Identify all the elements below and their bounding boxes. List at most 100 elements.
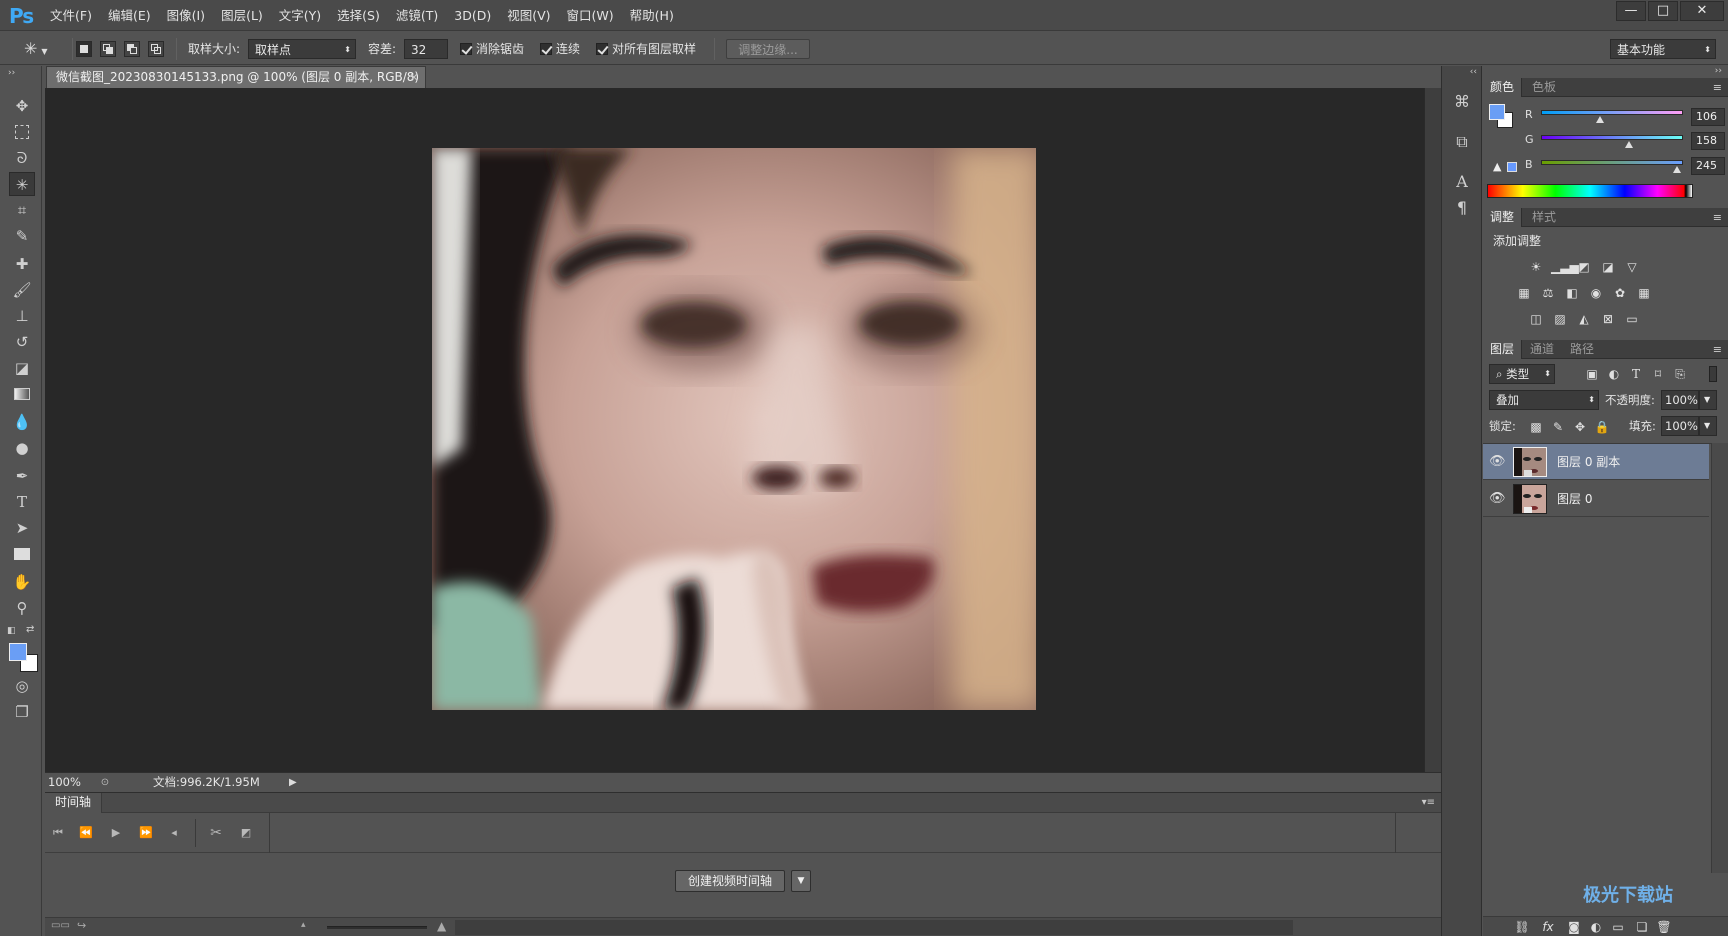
close-button[interactable]: ✕ <box>1680 1 1724 21</box>
zoom-level[interactable]: 100% <box>48 773 81 792</box>
opacity-input[interactable]: 100% <box>1661 390 1699 410</box>
contiguous-checkbox[interactable]: 连续 <box>540 39 580 59</box>
all-layers-checkbox[interactable]: 对所有图层取样 <box>596 39 696 59</box>
zoom-tool-icon[interactable]: ⚲ <box>9 596 35 620</box>
crop-tool-icon[interactable]: ⌗ <box>9 198 35 222</box>
workspace-select[interactable]: 基本功能 ⬍ <box>1610 39 1716 59</box>
stamp-tool-icon[interactable]: ⊥ <box>9 304 35 328</box>
b-value-input[interactable]: 245 <box>1691 157 1725 175</box>
history-panel-icon[interactable]: ⌘ <box>1450 90 1474 114</box>
r-slider-thumb[interactable] <box>1596 116 1605 123</box>
menu-3d[interactable]: 3D(D) <box>446 0 499 31</box>
vibrance-icon[interactable]: ▽ <box>1623 260 1641 274</box>
b-slider[interactable] <box>1541 160 1683 165</box>
status-options-icon[interactable]: ⊙ <box>97 773 113 792</box>
panel-menu-icon[interactable]: ▾≡ <box>1422 793 1435 812</box>
timeline-tab[interactable]: 时间轴 <box>45 793 103 813</box>
prev-frame-icon[interactable]: ⏪ <box>77 825 95 841</box>
gradient-map-icon[interactable]: ▭ <box>1623 312 1641 326</box>
hue-saturation-icon[interactable]: ▦ <box>1515 286 1533 300</box>
brightness-contrast-icon[interactable]: ☀ <box>1527 260 1545 274</box>
lock-all-icon[interactable]: 🔒 <box>1593 420 1611 434</box>
photo-filter-icon[interactable]: ◉ <box>1587 286 1605 300</box>
magic-wand-preset-icon[interactable]: ✳ ▼ <box>24 39 62 59</box>
menu-filter[interactable]: 滤镜(T) <box>388 0 446 31</box>
lock-image-icon[interactable]: ✎ <box>1549 420 1567 434</box>
subtract-selection-icon[interactable] <box>124 41 140 57</box>
restore-button[interactable]: □ <box>1648 1 1678 21</box>
zoom-out-icon[interactable]: ▴ <box>301 920 306 930</box>
panel-menu-icon[interactable]: ≡ <box>1713 78 1722 97</box>
tab-color[interactable]: 颜色 <box>1483 78 1523 97</box>
play-icon[interactable]: ▶ <box>107 825 125 841</box>
layer-style-icon[interactable]: fx <box>1539 920 1557 934</box>
delete-layer-icon[interactable]: 🗑 <box>1655 920 1673 934</box>
sample-size-select[interactable]: 取样点 ⬍ <box>248 39 356 59</box>
layer-row[interactable]: 👁 图层 0 <box>1483 481 1709 517</box>
expand-arrows-icon[interactable]: ›› <box>1715 66 1722 76</box>
minimize-button[interactable]: — <box>1616 1 1646 21</box>
levels-icon[interactable]: ▁▃▅ <box>1551 260 1579 274</box>
filter-type-icon[interactable]: T <box>1627 367 1645 381</box>
tab-adjustments[interactable]: 调整 <box>1483 208 1523 227</box>
timeline-scroll[interactable] <box>455 920 1293 935</box>
audio-icon[interactable]: ◂ <box>165 825 183 841</box>
paragraph-panel-icon[interactable]: ¶ <box>1450 196 1474 220</box>
swap-colors-icon[interactable]: ⇄ <box>26 624 34 635</box>
next-frame-icon[interactable]: ⏩ <box>137 825 155 841</box>
b-slider-thumb[interactable] <box>1673 166 1682 173</box>
link-layers-icon[interactable]: ⛓ <box>1513 920 1531 934</box>
r-slider[interactable] <box>1541 110 1683 115</box>
g-slider[interactable] <box>1541 135 1683 140</box>
menu-help[interactable]: 帮助(H) <box>622 0 682 31</box>
blend-mode-select[interactable]: 叠加 ⬍ <box>1489 390 1599 410</box>
type-tool-icon[interactable]: T <box>9 490 35 514</box>
tolerance-input[interactable]: 32 <box>404 39 448 59</box>
layer-row[interactable]: 👁 图层 0 副本 <box>1483 444 1709 480</box>
exposure-icon[interactable]: ◪ <box>1599 260 1617 274</box>
gamut-warning-icon[interactable]: ▲ <box>1493 160 1501 173</box>
new-adjustment-icon[interactable]: ◐ <box>1587 920 1605 934</box>
pen-tool-icon[interactable]: ✒ <box>9 464 35 488</box>
timeline-convert-icon[interactable]: ↪ <box>77 919 86 932</box>
lasso-tool-icon[interactable]: ᘐ <box>9 146 35 170</box>
invert-icon[interactable]: ◫ <box>1527 312 1545 326</box>
screen-mode-icon[interactable]: ❐ <box>9 700 35 724</box>
add-selection-icon[interactable] <box>100 41 116 57</box>
menu-layer[interactable]: 图层(L) <box>213 0 271 31</box>
tab-swatches[interactable]: 色板 <box>1525 78 1563 97</box>
properties-panel-icon[interactable]: ⧉ <box>1450 130 1474 154</box>
web-safe-swatch[interactable] <box>1507 162 1517 172</box>
document-tab[interactable]: 微信截图_20230830145133.png @ 100% (图层 0 副本,… <box>46 66 426 105</box>
menu-window[interactable]: 窗口(W) <box>559 0 622 31</box>
r-value-input[interactable]: 106 <box>1691 108 1725 126</box>
filter-shape-icon[interactable]: ⌑ <box>1649 367 1667 381</box>
menu-view[interactable]: 视图(V) <box>499 0 558 31</box>
collapse-arrows-icon[interactable]: ›› <box>8 68 15 78</box>
filter-adjustment-icon[interactable]: ◐ <box>1605 367 1623 381</box>
color-lookup-icon[interactable]: ▦ <box>1635 286 1653 300</box>
layers-scrollbar[interactable] <box>1711 443 1728 873</box>
tab-layers[interactable]: 图层 <box>1483 340 1523 359</box>
timeline-type-dropdown-icon[interactable]: ▼ <box>791 870 811 892</box>
fill-input[interactable]: 100% <box>1661 416 1699 436</box>
marquee-tool-icon[interactable] <box>9 120 35 144</box>
healing-brush-tool-icon[interactable]: ✚ <box>9 252 35 276</box>
opacity-dropdown-icon[interactable]: ▼ <box>1699 390 1717 410</box>
visibility-eye-icon[interactable]: 👁 <box>1489 454 1506 470</box>
new-layer-icon[interactable]: ❏ <box>1633 920 1651 934</box>
create-video-timeline-button[interactable]: 创建视频时间轴 <box>675 870 786 892</box>
timeline-frames-icon[interactable]: ▭▭ <box>51 920 70 931</box>
filter-toggle-switch[interactable] <box>1709 366 1717 382</box>
eraser-tool-icon[interactable]: ◪ <box>9 356 35 380</box>
menu-edit[interactable]: 编辑(E) <box>100 0 159 31</box>
lock-position-icon[interactable]: ✥ <box>1571 420 1589 434</box>
expand-arrows-icon[interactable]: ‹‹ <box>1470 67 1477 77</box>
menu-image[interactable]: 图像(I) <box>159 0 213 31</box>
first-frame-icon[interactable]: ⏮ <box>49 825 67 841</box>
add-mask-icon[interactable]: ◙ <box>1565 920 1583 934</box>
canvas-image[interactable] <box>432 148 1036 710</box>
history-brush-tool-icon[interactable]: ↺ <box>9 330 35 354</box>
status-menu-arrow-icon[interactable]: ▶ <box>289 773 297 792</box>
lock-transparent-icon[interactable]: ▩ <box>1527 420 1545 434</box>
